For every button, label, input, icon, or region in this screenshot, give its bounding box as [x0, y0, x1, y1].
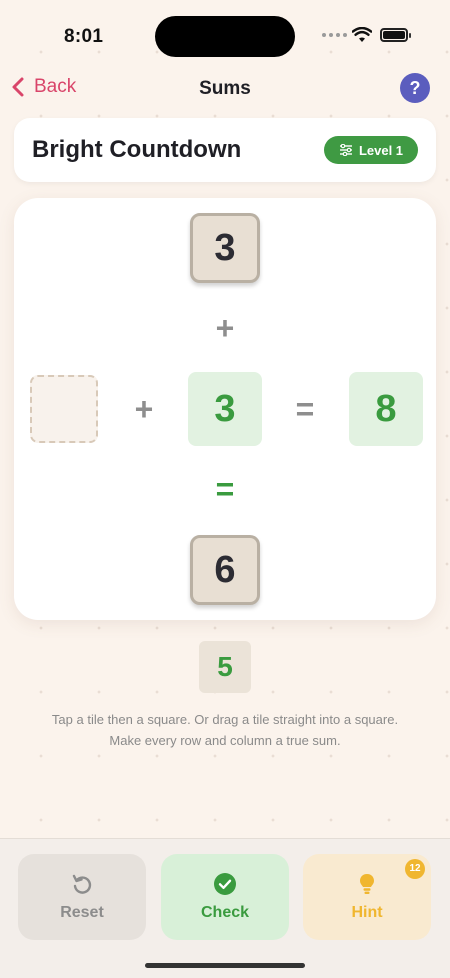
- battery-icon: [380, 28, 411, 42]
- empty-square[interactable]: [30, 375, 98, 443]
- reset-icon: [72, 874, 92, 894]
- instruction-line-1: Tap a tile then a square. Or drag a tile…: [51, 712, 399, 727]
- reset-label: Reset: [60, 904, 104, 921]
- checkmark-circle-icon: [214, 873, 236, 895]
- puzzle-board: 3 + + 3 = 8 = 6: [14, 198, 436, 620]
- center-given-number: 3: [188, 372, 262, 446]
- row-result-number: 8: [349, 372, 423, 446]
- hint-count-badge: 12: [405, 859, 425, 879]
- help-button[interactable]: ?: [400, 73, 430, 103]
- home-indicator: [145, 963, 305, 968]
- reset-button[interactable]: Reset: [18, 854, 146, 940]
- check-label: Check: [200, 904, 250, 921]
- signal-icon: [322, 33, 347, 37]
- column-equals-operator: =: [215, 471, 235, 507]
- row-equals-operator: =: [295, 391, 315, 427]
- status-bar: 8:01: [0, 0, 450, 70]
- column-plus-operator: +: [215, 310, 235, 346]
- puzzle-title: Bright Countdown: [32, 136, 242, 163]
- hint-label: Hint: [351, 904, 383, 921]
- tray-tile[interactable]: 5: [199, 641, 251, 693]
- dynamic-island: [155, 16, 295, 57]
- sliders-icon: [339, 144, 352, 156]
- wifi-icon: [352, 27, 372, 42]
- lightbulb-icon: [360, 874, 374, 894]
- level-label: Level 1: [358, 142, 404, 158]
- check-button[interactable]: Check: [161, 854, 289, 940]
- bottom-tile[interactable]: 6: [190, 535, 260, 605]
- row-plus-operator: +: [134, 391, 154, 427]
- instruction-line-2: Make every row and column a true sum.: [109, 733, 341, 748]
- nav-bar: Back Sums ?: [0, 70, 450, 110]
- bottom-action-bar: Reset Check Hint: [0, 838, 450, 978]
- status-time: 8:01: [64, 26, 104, 47]
- puzzle-header-card: Bright Countdown Level 1: [14, 118, 436, 182]
- top-tile[interactable]: 3: [190, 213, 260, 283]
- instructions: Tap a tile then a square. Or drag a tile…: [0, 709, 450, 751]
- page-title: Sums: [199, 78, 251, 99]
- level-button[interactable]: Level 1: [324, 136, 418, 164]
